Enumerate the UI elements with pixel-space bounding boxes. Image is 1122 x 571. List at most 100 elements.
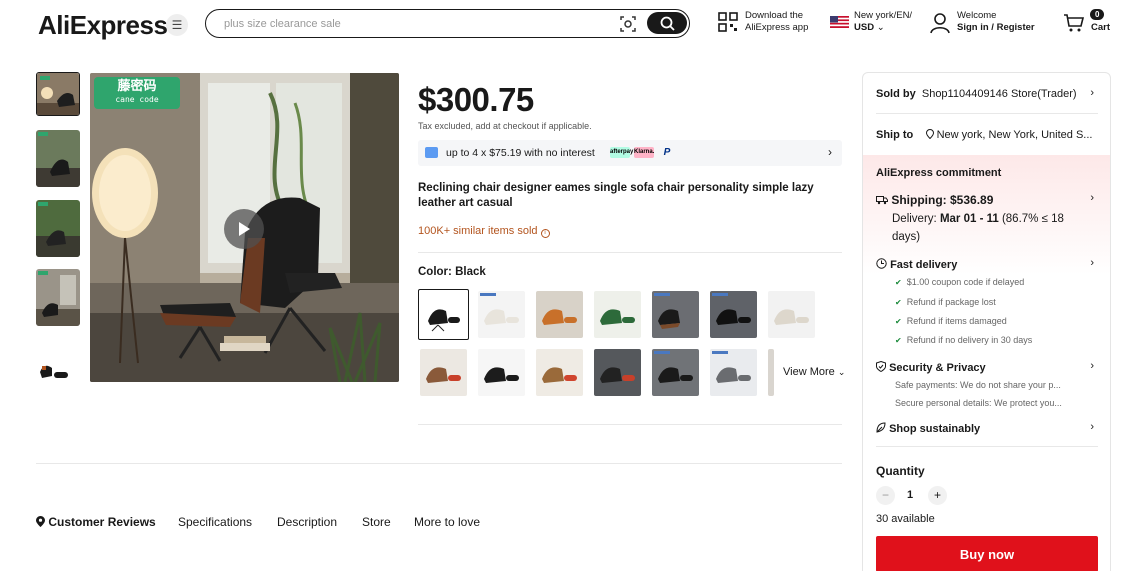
swatch-image: [478, 291, 525, 338]
chevron-right-icon: ›: [1090, 421, 1094, 433]
installment-banner[interactable]: up to 4 x $75.19 with no interest afterp…: [418, 140, 842, 166]
quantity-increase-button[interactable]: +: [928, 486, 947, 505]
color-swatch[interactable]: [710, 291, 757, 338]
truck-icon: [876, 196, 888, 205]
welcome-text: Welcome: [957, 10, 997, 21]
menu-icon[interactable]: ☰: [166, 14, 188, 36]
divider: [36, 463, 842, 464]
color-swatch[interactable]: [652, 291, 699, 338]
location-pin-icon: [925, 128, 934, 140]
product-title: Reclining chair designer eames single so…: [418, 182, 814, 209]
chevron-right-icon: ›: [1090, 360, 1094, 372]
swatch-image: [478, 349, 525, 396]
color-swatch[interactable]: [768, 349, 774, 396]
sold-count: 100K+ similar items sold i: [418, 225, 550, 238]
color-swatch[interactable]: [478, 349, 525, 396]
product-price: $300.75: [418, 81, 534, 118]
app-line2: AliExpress app: [745, 22, 809, 33]
store-name[interactable]: Shop1104409146 Store(Trader): [922, 88, 1077, 100]
color-swatch[interactable]: [478, 291, 525, 338]
divider: [418, 424, 842, 425]
play-video-button[interactable]: [224, 209, 264, 249]
thumbnail-5[interactable]: [36, 344, 80, 401]
sign-in-link[interactable]: Sign in / Register: [957, 22, 1035, 33]
sold-by-row[interactable]: Sold by Shop1104409146 Store(Trader): [876, 88, 1077, 100]
quantity-value[interactable]: 1: [907, 489, 913, 501]
view-more-button[interactable]: View More ⌄: [783, 366, 845, 378]
swatch-image: [768, 291, 815, 338]
lang-line1: New york/EN/: [854, 10, 913, 21]
fast-delivery-item: ✔ Refund if items damaged: [895, 316, 1007, 326]
divider: [418, 252, 842, 253]
search-button[interactable]: [647, 12, 687, 34]
color-swatch[interactable]: [418, 289, 469, 340]
swatch-image: [710, 349, 757, 396]
tab-description[interactable]: Description: [277, 515, 337, 529]
chevron-down-icon: ⌄: [837, 367, 846, 377]
color-swatch[interactable]: [652, 349, 699, 396]
user-icon: [930, 13, 950, 34]
swatch-image: [652, 291, 699, 338]
afterpay-logo: afterpay: [610, 147, 633, 158]
fast-delivery-item: ✔ Refund if package lost: [895, 297, 996, 307]
chevron-down-icon: ⌄: [876, 22, 885, 33]
chevron-right-icon: ›: [828, 145, 832, 159]
security-item: Safe payments: We do not share your p...: [895, 380, 1061, 390]
tax-note: Tax excluded, add at checkout if applica…: [418, 121, 592, 131]
thumbnail-1[interactable]: [36, 72, 80, 116]
shield-icon: [876, 360, 886, 373]
delivery-estimate: Delivery: Mar 01 - 11 (86.7% ≤ 18: [892, 213, 1064, 225]
security-privacy-row[interactable]: Security & Privacy: [876, 360, 986, 374]
color-swatch[interactable]: [594, 291, 641, 338]
color-swatch[interactable]: [594, 349, 641, 396]
swatch-image: [652, 349, 699, 396]
installment-icon: [425, 147, 438, 158]
search-input[interactable]: [224, 15, 604, 33]
search-icon: [660, 16, 675, 31]
tab-specifications[interactable]: Specifications: [178, 515, 252, 529]
tab-more-to-love[interactable]: More to love: [414, 515, 480, 529]
thumbnail-image: [36, 269, 80, 326]
divider: [876, 446, 1098, 447]
color-swatch[interactable]: [536, 291, 583, 338]
shop-sustainably-row[interactable]: Shop sustainably: [876, 422, 980, 435]
check-icon: ✔: [895, 317, 902, 326]
aliexpress-logo[interactable]: AliExpress: [38, 10, 168, 41]
color-swatch[interactable]: [420, 349, 467, 396]
check-icon: ✔: [895, 278, 902, 287]
thumbnail-4[interactable]: [36, 269, 80, 326]
info-icon[interactable]: i: [540, 229, 550, 238]
quantity-decrease-button[interactable]: −: [876, 486, 895, 505]
color-swatch[interactable]: [536, 349, 583, 396]
tab-store[interactable]: Store: [362, 515, 391, 529]
shipping-row[interactable]: Shipping: $536.89: [876, 193, 993, 207]
thumbnail-3[interactable]: [36, 200, 80, 257]
fast-delivery-row[interactable]: Fast delivery: [876, 258, 957, 271]
tab-customer-reviews[interactable]: Customer Reviews: [36, 515, 156, 529]
cart-label: Cart: [1091, 22, 1111, 33]
ship-to-location: New york, New York, United S...: [936, 129, 1093, 141]
paypal-logo: P: [663, 147, 671, 158]
color-swatch[interactable]: [710, 349, 757, 396]
installment-text: up to 4 x $75.19 with no interest: [446, 147, 595, 159]
color-swatch[interactable]: [768, 291, 815, 338]
chevron-right-icon: ›: [1090, 87, 1094, 99]
us-flag-icon: [830, 16, 849, 28]
color-value: Black: [455, 266, 486, 278]
thumbnail-2[interactable]: [36, 130, 80, 187]
ship-to-row[interactable]: Ship to New york, New York, United S...: [876, 128, 1093, 141]
thumbnail-image: [36, 200, 80, 257]
currency-label: USD: [854, 22, 875, 33]
buy-now-button[interactable]: Buy now: [876, 536, 1098, 571]
swatch-image: [768, 349, 774, 396]
app-line1: Download the: [745, 10, 804, 21]
main-product-image[interactable]: 藤密码 cane code: [90, 73, 399, 382]
camera-search-icon[interactable]: [619, 15, 637, 33]
leaf-icon: [876, 422, 886, 433]
check-icon: ✔: [895, 336, 902, 345]
check-icon: ✔: [895, 298, 902, 307]
qr-code-icon: [718, 12, 738, 32]
thumbnail-image: [36, 344, 80, 401]
purchase-panel: Sold by Shop1104409146 Store(Trader) › S…: [862, 72, 1111, 571]
chevron-right-icon: ›: [1090, 192, 1094, 204]
